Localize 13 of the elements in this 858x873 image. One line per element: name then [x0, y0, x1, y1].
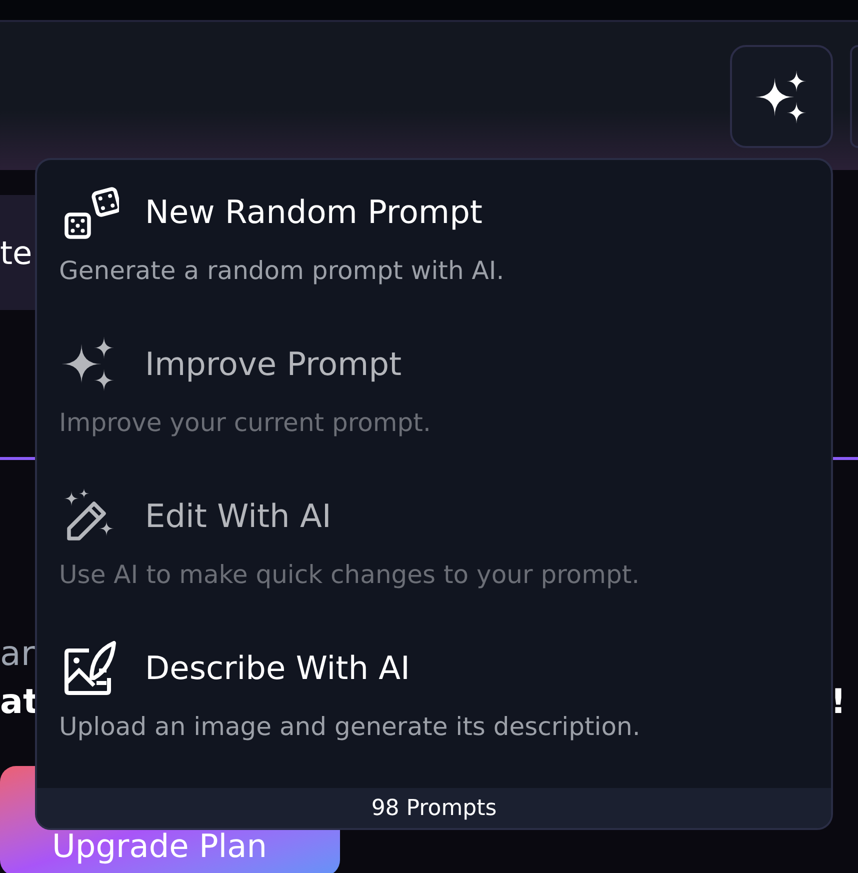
menu-item-description: Upload an image and generate its description.: [59, 711, 642, 743]
menu-item-title: Improve Prompt: [145, 344, 402, 385]
menu-item-description: Generate a random prompt with AI.: [59, 255, 506, 287]
menu-item-title: Describe With AI: [145, 648, 410, 689]
exclamation-text: !: [830, 681, 846, 724]
heading-text: ar: [0, 633, 36, 676]
menu-item[interactable]: Describe With AI Upload an image and generate its description.: [37, 636, 831, 788]
sparkle-button[interactable]: [730, 45, 833, 148]
prompt-count: 98 Prompts: [37, 788, 831, 828]
menu-item-description: Improve your current prompt.: [59, 407, 432, 439]
menu-item-title: Edit With AI: [145, 496, 332, 537]
menu-item-title: New Random Prompt: [145, 192, 482, 233]
menu-item-description: Use AI to make quick changes to your prompt.: [59, 559, 641, 591]
